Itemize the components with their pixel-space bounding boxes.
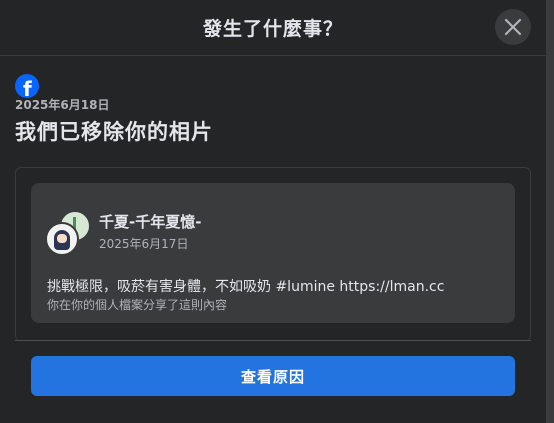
facebook-logo-icon: f (15, 74, 39, 98)
post-text: 挑戰極限，吸菸有害身體，不如吸奶 #lumine https://lman.cc (47, 279, 445, 295)
dialog-title: 發生了什麼事？ (202, 18, 343, 40)
view-reason-label: 查看原因 (240, 368, 305, 386)
close-button[interactable] (495, 9, 531, 45)
notice-title: 我們已移除你的相片 (15, 120, 213, 144)
post-share-note: 你在你的個人檔案分享了這則內容 (47, 298, 228, 312)
post-date: 2025年6月17日 (99, 237, 189, 251)
divider (15, 340, 531, 341)
post-card: 千夏-千年夏憶- 2025年6月17日 挑戰極限，吸菸有害身體，不如吸奶 #lu… (31, 183, 515, 323)
close-icon (504, 18, 522, 36)
post-author: 千夏-千年夏憶- (99, 213, 202, 231)
dialog-header: 發生了什麼事？ (0, 0, 546, 56)
scrollbar-track[interactable] (546, 0, 554, 423)
profile-avatar (45, 222, 79, 256)
view-reason-button[interactable]: 查看原因 (31, 356, 515, 396)
notice-date: 2025年6月18日 (15, 98, 110, 112)
dialog: 發生了什麼事？ f 2025年6月18日 我們已移除你的相片 千夏-千年夏憶- … (0, 0, 546, 423)
